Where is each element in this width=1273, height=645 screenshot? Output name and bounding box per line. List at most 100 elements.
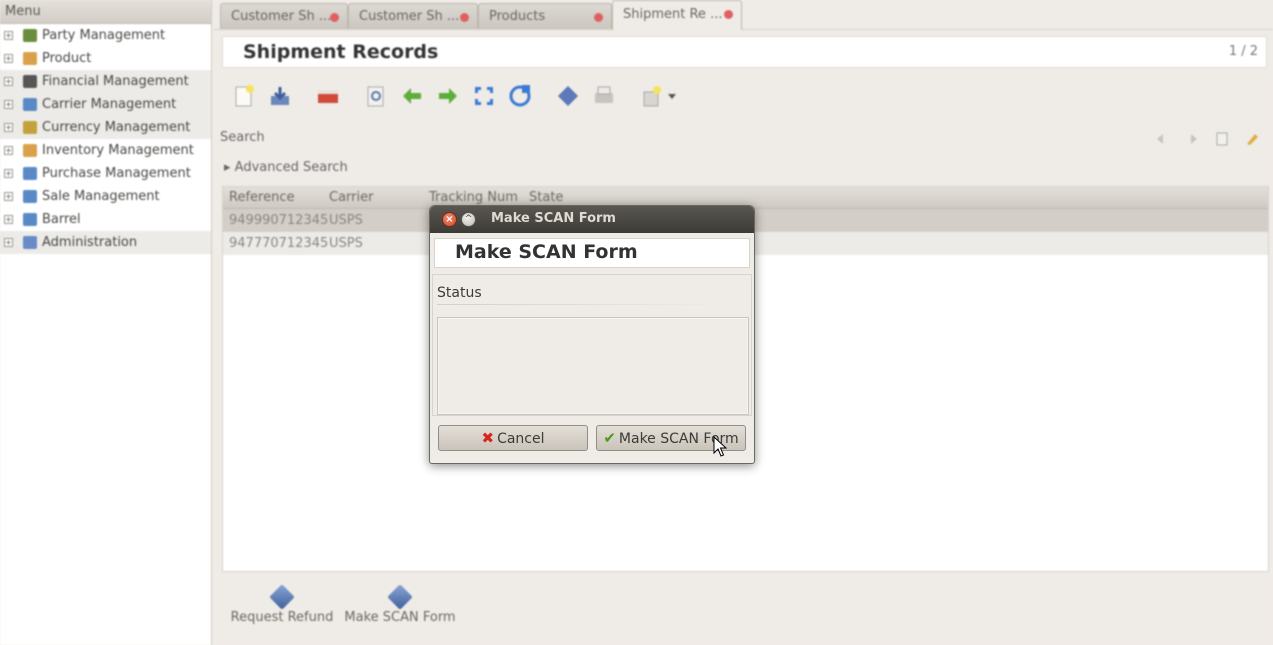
- tab-label: Products: [489, 9, 546, 24]
- maximize-icon[interactable]: ^: [461, 212, 476, 227]
- advanced-search-label: Advanced Search: [234, 160, 348, 175]
- menu-header: Menu: [0, 0, 211, 24]
- chevron-down-icon[interactable]: [666, 84, 678, 108]
- sidebar-item-label: Sale Management: [42, 189, 160, 204]
- module-icon: [23, 29, 37, 42]
- module-icon: [23, 52, 37, 65]
- sidebar-item[interactable]: + Product: [0, 47, 211, 70]
- action-bar: Request Refund Make SCAN Form: [220, 580, 1269, 642]
- search-controls: [1155, 130, 1265, 148]
- close-icon[interactable]: [594, 13, 603, 22]
- previous-page-icon[interactable]: [1155, 132, 1169, 146]
- sidebar-item[interactable]: + Currency Management: [0, 116, 211, 139]
- sidebar-item[interactable]: + Barrel: [0, 208, 211, 231]
- request-refund-label: Request Refund: [230, 610, 334, 625]
- module-icon: [23, 213, 37, 226]
- menu-tree: + Party Management + Product + Financial Mana…: [0, 24, 211, 254]
- search-label: Search: [220, 130, 265, 145]
- sidebar-item[interactable]: + Party Management: [0, 24, 211, 47]
- next-page-icon[interactable]: [1185, 132, 1199, 146]
- expand-icon[interactable]: +: [4, 123, 13, 132]
- find-icon[interactable]: [364, 84, 388, 108]
- record-count: 1 / 2: [1228, 44, 1258, 59]
- module-icon: [23, 75, 37, 88]
- status-field[interactable]: [437, 317, 749, 415]
- previous-icon[interactable]: [400, 84, 424, 108]
- action-icon[interactable]: [556, 84, 580, 108]
- advanced-search-expander[interactable]: ▸ Advanced Search: [224, 160, 348, 175]
- sidebar-item-label: Purchase Management: [42, 166, 191, 181]
- expand-icon[interactable]: +: [4, 169, 13, 178]
- column-header-carrier[interactable]: Carrier: [329, 187, 373, 209]
- expand-icon[interactable]: +: [4, 215, 13, 224]
- next-icon[interactable]: [436, 84, 460, 108]
- sidebar-item-label: Barrel: [42, 212, 81, 227]
- switch-view-icon[interactable]: [472, 84, 496, 108]
- delete-icon[interactable]: [316, 84, 340, 108]
- find-icon[interactable]: [1215, 132, 1229, 146]
- close-icon[interactable]: [724, 10, 733, 19]
- clear-icon[interactable]: [1245, 132, 1259, 146]
- sidebar-menu: Menu + Party Management + Product + Financial…: [0, 0, 212, 645]
- close-icon[interactable]: [330, 13, 339, 22]
- dialog-heading: Make SCAN Form: [455, 241, 638, 263]
- mouse-cursor-icon: [713, 436, 727, 457]
- expand-icon[interactable]: +: [4, 100, 13, 109]
- cancel-icon: ✖: [481, 429, 495, 447]
- make-scan-form-action-label: Make SCAN Form: [344, 610, 456, 625]
- dialog-header: Make SCAN Form: [434, 238, 750, 268]
- divider: [437, 304, 729, 305]
- sidebar-item[interactable]: + Purchase Management: [0, 162, 211, 185]
- cancel-label: Cancel: [497, 431, 545, 447]
- tab-products[interactable]: Products: [478, 3, 612, 29]
- module-icon: [23, 98, 37, 111]
- sidebar-item[interactable]: + Administration: [0, 231, 211, 254]
- title-bar: Shipment Records 1 / 2: [222, 36, 1267, 68]
- dialog-titlebar[interactable]: × ^ Make SCAN Form: [430, 206, 754, 233]
- column-header-reference[interactable]: Reference: [229, 187, 294, 209]
- sidebar-item-label: Party Management: [42, 28, 166, 43]
- status-label: Status: [437, 285, 482, 301]
- close-icon[interactable]: ×: [442, 212, 457, 227]
- sidebar-item[interactable]: + Financial Management: [0, 70, 211, 93]
- tab-customer-shipments-2[interactable]: Customer Sh ...: [348, 3, 478, 29]
- tab-label: Customer Sh ...: [359, 9, 460, 24]
- expand-icon[interactable]: +: [4, 77, 13, 86]
- tab-bar: Customer Sh ... Customer Sh ... Products…: [214, 0, 1273, 30]
- cell-carrier: USPS: [329, 236, 363, 251]
- expand-icon[interactable]: +: [4, 146, 13, 155]
- tab-label: Shipment Re ...: [623, 7, 723, 22]
- expand-icon[interactable]: +: [4, 192, 13, 201]
- sidebar-item[interactable]: + Sale Management: [0, 185, 211, 208]
- cell-carrier: USPS: [329, 213, 363, 228]
- page-title: Shipment Records: [243, 41, 439, 63]
- tab-customer-shipments-1[interactable]: Customer Sh ...: [220, 3, 348, 29]
- action-icon: [269, 584, 295, 610]
- make-scan-form-action-button[interactable]: Make SCAN Form: [342, 584, 458, 625]
- module-icon: [23, 190, 37, 203]
- close-icon[interactable]: [460, 13, 469, 22]
- new-record-icon[interactable]: [232, 84, 256, 108]
- sidebar-item-label: Product: [42, 51, 92, 66]
- dialog-body: Status: [432, 274, 752, 416]
- expand-icon[interactable]: +: [4, 31, 13, 40]
- expand-icon[interactable]: +: [4, 238, 13, 247]
- cell-reference: 947770712345: [229, 236, 329, 251]
- attachment-icon[interactable]: [640, 84, 664, 108]
- sidebar-item-label: Financial Management: [42, 74, 189, 89]
- expand-icon[interactable]: +: [4, 54, 13, 63]
- sidebar-item[interactable]: + Carrier Management: [0, 93, 211, 116]
- make-scan-form-dialog: × ^ Make SCAN Form Make SCAN Form Status…: [429, 205, 755, 464]
- toolbar: [230, 84, 710, 112]
- expander-icon: ▸: [224, 160, 235, 175]
- save-icon[interactable]: [268, 84, 292, 108]
- reload-icon[interactable]: [508, 84, 532, 108]
- request-refund-button[interactable]: Request Refund: [230, 584, 334, 625]
- tab-shipment-records[interactable]: Shipment Re ...: [612, 0, 742, 30]
- tab-label: Customer Sh ...: [231, 9, 332, 24]
- sidebar-item[interactable]: + Inventory Management: [0, 139, 211, 162]
- module-icon: [23, 236, 37, 249]
- cell-reference: 949990712345: [229, 213, 329, 228]
- print-icon[interactable]: [592, 84, 616, 108]
- cancel-button[interactable]: ✖ Cancel: [438, 425, 588, 451]
